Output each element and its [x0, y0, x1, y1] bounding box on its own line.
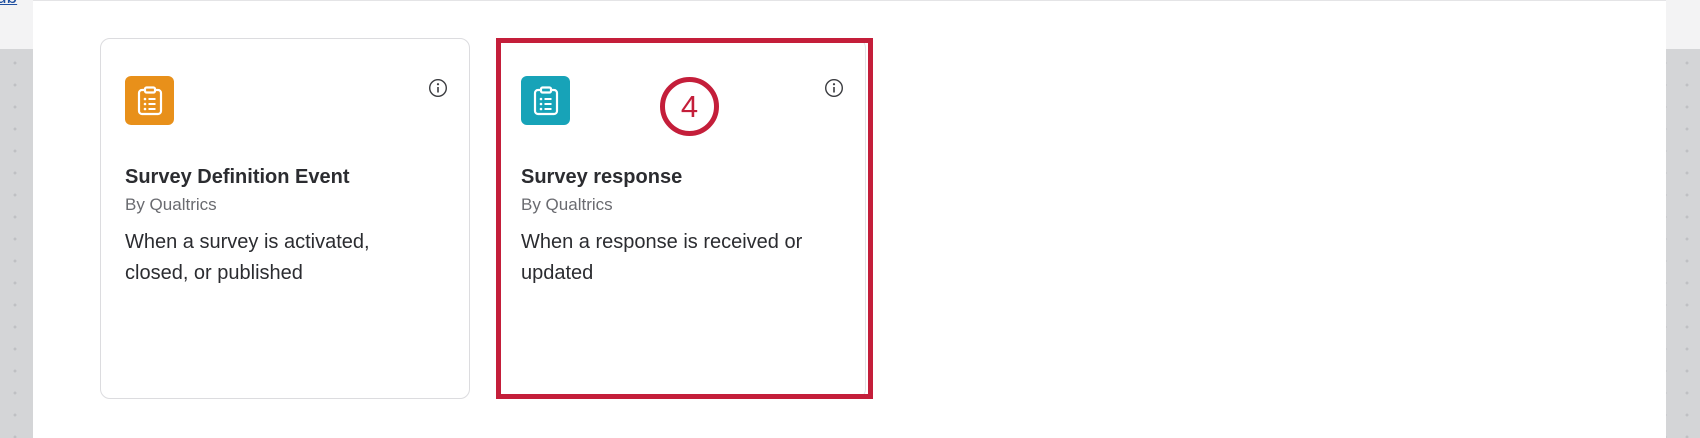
event-card-description: When a response is received or updated	[521, 231, 803, 284]
event-card-title: Survey response	[521, 166, 683, 188]
event-picker-modal: Survey Definition Event By Qualtrics Whe…	[33, 0, 1666, 438]
background-tab-label: ub	[0, 0, 17, 8]
info-icon[interactable]	[823, 77, 845, 99]
event-card-survey-definition[interactable]: Survey Definition Event By Qualtrics Whe…	[100, 38, 470, 399]
annotation-step-badge: 4	[660, 77, 719, 136]
event-card-description: When a survey is activated, closed, or p…	[125, 231, 370, 284]
info-icon[interactable]	[427, 77, 449, 99]
clipboard-list-icon	[521, 76, 570, 125]
event-card-provider: By Qualtrics	[521, 195, 613, 214]
clipboard-list-icon	[125, 76, 174, 125]
event-card-title: Survey Definition Event	[125, 166, 350, 188]
event-card-provider: By Qualtrics	[125, 195, 217, 214]
